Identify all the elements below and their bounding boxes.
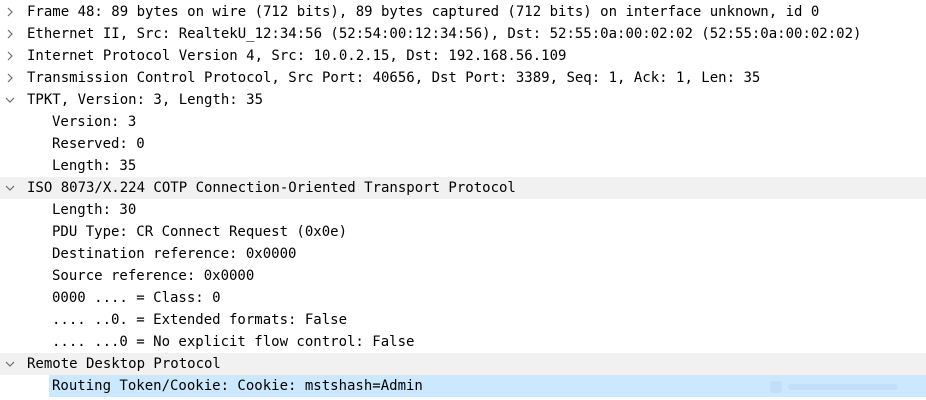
chevron-right-icon[interactable] — [4, 6, 16, 18]
tree-field-cotp-length[interactable]: Length: 30 — [0, 199, 926, 221]
field-label: PDU Type: CR Connect Request (0x0e) — [52, 224, 348, 240]
field-label: Length: 30 — [52, 202, 137, 218]
field-label: Source reference: 0x0000 — [52, 268, 255, 284]
field-label: Reserved: 0 — [52, 136, 145, 152]
tree-field-cotp-pdu-type[interactable]: PDU Type: CR Connect Request (0x0e) — [0, 221, 926, 243]
packet-details-tree: Frame 48: 89 bytes on wire (712 bits), 8… — [0, 1, 926, 397]
tree-field-tpkt-reserved[interactable]: Reserved: 0 — [0, 133, 926, 155]
chevron-down-icon[interactable] — [4, 182, 16, 194]
tree-item-label: Ethernet II, Src: RealtekU_12:34:56 (52:… — [27, 26, 862, 42]
chevron-right-icon[interactable] — [4, 72, 16, 84]
chevron-down-icon[interactable] — [4, 94, 16, 106]
field-label: .... ...0 = No explicit flow control: Fa… — [52, 334, 415, 350]
tree-item-tpkt[interactable]: TPKT, Version: 3, Length: 35 — [0, 89, 926, 111]
tree-item-tcp[interactable]: Transmission Control Protocol, Src Port:… — [0, 67, 926, 89]
tree-item-ip[interactable]: Internet Protocol Version 4, Src: 10.0.2… — [0, 45, 926, 67]
chevron-right-icon[interactable] — [4, 28, 16, 40]
field-label: Destination reference: 0x0000 — [52, 246, 297, 262]
chevron-right-icon[interactable] — [4, 50, 16, 62]
field-label: Version: 3 — [52, 114, 137, 130]
tree-field-cotp-extended-formats[interactable]: .... ..0. = Extended formats: False — [0, 309, 926, 331]
tree-field-cotp-flow-control[interactable]: .... ...0 = No explicit flow control: Fa… — [0, 331, 926, 353]
tree-item-ethernet[interactable]: Ethernet II, Src: RealtekU_12:34:56 (52:… — [0, 23, 926, 45]
tree-item-frame[interactable]: Frame 48: 89 bytes on wire (712 bits), 8… — [0, 1, 926, 23]
field-label: 0000 .... = Class: 0 — [52, 290, 221, 306]
tree-item-cotp[interactable]: ISO 8073/X.224 COTP Connection-Oriented … — [0, 177, 926, 199]
chevron-down-icon[interactable] — [4, 358, 16, 370]
tree-item-label: Internet Protocol Version 4, Src: 10.0.2… — [27, 48, 567, 64]
tree-item-label: TPKT, Version: 3, Length: 35 — [27, 92, 264, 108]
field-label: Length: 35 — [52, 158, 137, 174]
field-label: .... ..0. = Extended formats: False — [52, 312, 348, 328]
tree-item-label: ISO 8073/X.224 COTP Connection-Oriented … — [27, 180, 516, 196]
tree-item-rdp[interactable]: Remote Desktop Protocol — [0, 353, 926, 375]
tree-field-tpkt-length[interactable]: Length: 35 — [0, 155, 926, 177]
tree-item-label: Frame 48: 89 bytes on wire (712 bits), 8… — [27, 4, 820, 20]
tree-field-cotp-dst-ref[interactable]: Destination reference: 0x0000 — [0, 243, 926, 265]
tree-field-tpkt-version[interactable]: Version: 3 — [0, 111, 926, 133]
tree-field-cotp-class[interactable]: 0000 .... = Class: 0 — [0, 287, 926, 309]
tree-item-label: Transmission Control Protocol, Src Port:… — [27, 70, 761, 86]
watermark-logo — [770, 381, 898, 393]
tree-item-label: Remote Desktop Protocol — [27, 356, 221, 372]
tree-field-cotp-src-ref[interactable]: Source reference: 0x0000 — [0, 265, 926, 287]
